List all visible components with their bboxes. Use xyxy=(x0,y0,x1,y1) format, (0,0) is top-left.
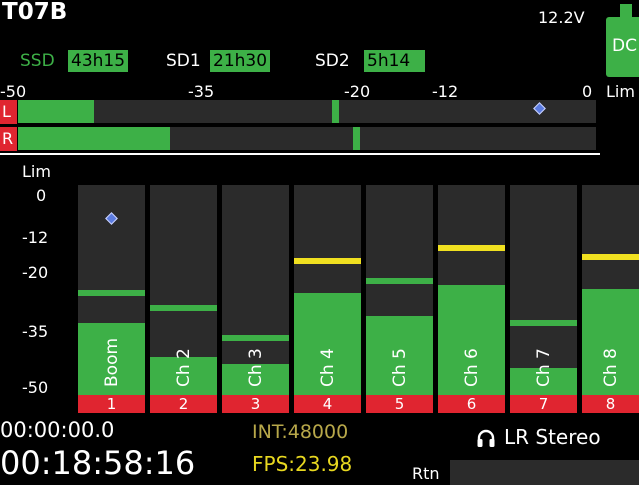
headphone-mode[interactable]: LR Stereo xyxy=(504,425,601,449)
output-meter-right-peak xyxy=(353,127,360,150)
output-scale-tick: -20 xyxy=(344,82,371,101)
channel-number-1[interactable]: 1 xyxy=(78,395,145,413)
channel-number-6[interactable]: 6 xyxy=(438,395,505,413)
channel-number-5[interactable]: 5 xyxy=(366,395,433,413)
channel-scale-tick: 0 xyxy=(36,186,47,205)
channel-peak-hold xyxy=(294,258,361,264)
power-source: DC xyxy=(612,36,637,56)
media-time-sd1: 21h30 xyxy=(210,50,271,72)
media-time-sd2: 5h14 xyxy=(364,50,425,72)
channel-strip-4[interactable]: Ch 4 xyxy=(294,185,361,395)
channel-strip-3[interactable]: Ch 3 xyxy=(222,185,289,395)
output-scale-tick: 0 xyxy=(582,82,593,101)
channel-peak-hold xyxy=(366,278,433,284)
channel-name: Ch 3 xyxy=(245,348,266,387)
battery-voltage: 12.2V xyxy=(538,8,585,27)
channel-peak-hold xyxy=(582,254,639,260)
channel-number-4[interactable]: 4 xyxy=(294,395,361,413)
output-meter-left xyxy=(18,100,596,123)
channel-peak-hold xyxy=(438,245,505,251)
media-time-ssd: 43h15 xyxy=(68,50,129,72)
divider xyxy=(0,153,600,155)
media-label-sd2: SD2 xyxy=(315,51,350,71)
channel-strip-2[interactable]: Ch 2 xyxy=(150,185,217,395)
channel-scale-tick: -12 xyxy=(22,228,49,247)
channel-name: Boom xyxy=(101,337,122,387)
return-label: Rtn xyxy=(412,464,440,483)
channel-strip-7[interactable]: Ch 7 xyxy=(510,185,577,395)
headphone-icon xyxy=(477,429,495,447)
sample-rate: INT:48000 xyxy=(252,421,349,443)
channel-scale-tick: -20 xyxy=(22,263,49,282)
output-scale-tick: Lim xyxy=(606,82,635,101)
return-meter xyxy=(450,460,639,485)
channel-number-7[interactable]: 7 xyxy=(510,395,577,413)
channel-strip-5[interactable]: Ch 5 xyxy=(366,185,433,395)
channel-name: Ch 2 xyxy=(173,348,194,387)
device-name: T07B xyxy=(2,0,68,25)
channel-strip-8[interactable]: Ch 8 xyxy=(582,185,639,395)
output-scale-tick: -12 xyxy=(432,82,459,101)
channel-number-3[interactable]: 3 xyxy=(222,395,289,413)
channel-name: Ch 8 xyxy=(600,348,621,387)
output-meter-right-fill xyxy=(18,127,170,150)
channel-name: Ch 5 xyxy=(389,348,410,387)
media-label-sd1: SD1 xyxy=(166,51,201,71)
channel-scale-tick: -50 xyxy=(22,378,49,397)
frame-rate: FPS:23.98 xyxy=(252,452,353,476)
channel-scale-tick: Lim xyxy=(22,162,51,181)
channel-name: Ch 6 xyxy=(461,348,482,387)
output-scale-tick: -50 xyxy=(0,82,27,101)
output-meter-left-fill xyxy=(18,100,94,123)
channel-number-2[interactable]: 2 xyxy=(150,395,217,413)
output-meter-left-peak xyxy=(332,100,339,123)
timecode-large: 00:18:58:16 xyxy=(0,444,196,482)
channel-number-8[interactable]: 8 xyxy=(582,395,639,413)
channel-scale-tick: -35 xyxy=(22,322,49,341)
media-label-ssd: SSD xyxy=(20,51,55,71)
timecode-small: 00:00:00.0 xyxy=(0,418,115,442)
output-meter-label-left: L xyxy=(0,100,17,124)
channel-strip-6[interactable]: Ch 6 xyxy=(438,185,505,395)
channel-name: Ch 4 xyxy=(317,348,338,387)
output-scale-tick: -35 xyxy=(188,82,215,101)
channel-name: Ch 7 xyxy=(533,348,554,387)
output-meter-label-right: R xyxy=(0,127,17,151)
output-meter-right xyxy=(18,127,596,150)
channel-peak-hold xyxy=(78,290,145,296)
